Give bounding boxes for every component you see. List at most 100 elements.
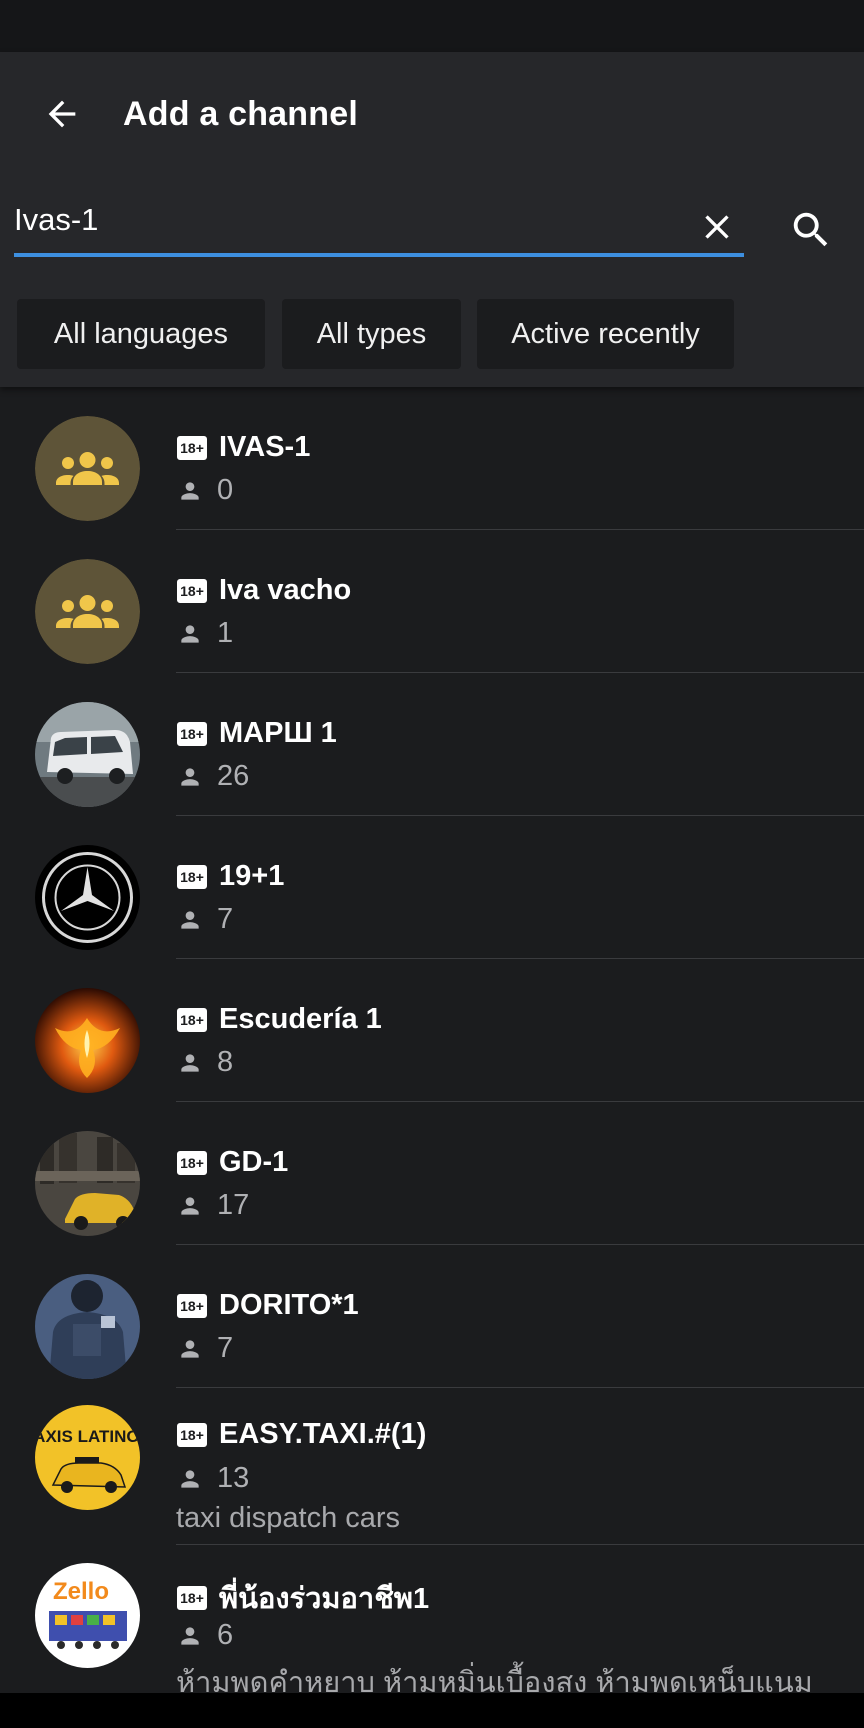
adult-badge: 18+	[177, 1586, 207, 1610]
channel-avatar	[35, 845, 140, 950]
channel-name: 18+ Iva vacho	[177, 574, 351, 607]
person-icon	[181, 1469, 199, 1488]
app-header: Add a channel All languages All types Ac…	[0, 52, 864, 387]
channel-name: 18+ พี่น้องร่วมอาชีพ1	[177, 1575, 429, 1621]
mercedes-benz-logo	[35, 845, 140, 950]
person-icon	[181, 481, 199, 500]
member-count: 26	[177, 760, 249, 793]
channel-row[interactable]: 18+ МАРШ 1 26	[0, 673, 864, 816]
phoenix-fire-image	[35, 988, 140, 1093]
person-icon	[181, 910, 199, 929]
person-icon	[181, 1196, 199, 1215]
channel-avatar	[35, 702, 140, 807]
channel-name-text: EASY.TAXI.#(1)	[219, 1418, 427, 1450]
city-taxi-image	[35, 1131, 140, 1236]
member-count-value: 7	[217, 1332, 234, 1364]
adult-badge: 18+	[177, 1422, 207, 1447]
channel-name: 18+ Escudería 1	[177, 1003, 382, 1036]
person-icon	[181, 1053, 199, 1072]
adult-badge: 18+	[177, 1293, 207, 1318]
person-icon	[181, 1626, 199, 1645]
search-button[interactable]	[783, 202, 839, 258]
search-icon	[793, 212, 828, 247]
channel-name-text: DORITO*1	[219, 1289, 359, 1321]
close-icon	[705, 215, 729, 239]
navigation-bar	[0, 1693, 864, 1728]
zello-logo: Zello	[35, 1563, 140, 1668]
channel-name: 18+ МАРШ 1	[177, 717, 337, 750]
channel-row[interactable]: Zello 18+ พี่น้องร่วมอาชีพ1 6 ห้ามพดคำหย…	[0, 1545, 864, 1702]
member-count: 17	[177, 1189, 249, 1222]
member-count-value: 1	[217, 617, 234, 649]
channel-avatar	[35, 1274, 140, 1379]
member-count-value: 0	[217, 474, 234, 506]
filter-languages[interactable]: All languages	[17, 299, 265, 369]
minibus-photo	[35, 702, 140, 807]
channel-name: 18+ EASY.TAXI.#(1)	[177, 1418, 426, 1451]
search-underline	[14, 253, 744, 257]
channel-row[interactable]: 18+ 19+1 7	[0, 816, 864, 959]
channel-name-text: 19+1	[219, 860, 285, 892]
page-title: Add a channel	[123, 95, 358, 133]
channel-avatar	[35, 1131, 140, 1236]
person-icon	[181, 1339, 199, 1358]
member-count: 13	[177, 1462, 249, 1495]
channel-row[interactable]: 18+ Iva vacho 1	[0, 530, 864, 673]
channel-name-text: Iva vacho	[219, 574, 352, 606]
status-bar	[0, 0, 864, 52]
member-count: 7	[177, 1332, 233, 1365]
channel-avatar: TAXIS LATINOS	[35, 1405, 140, 1510]
member-count-value: 17	[217, 1189, 250, 1221]
adult-badge: 18+	[177, 1150, 207, 1175]
svg-text:TAXIS LATINOS: TAXIS LATINOS	[35, 1427, 140, 1446]
channel-row[interactable]: 18+ GD-1 17	[0, 1102, 864, 1245]
adult-badge: 18+	[177, 721, 207, 746]
channel-name: 18+ IVAS-1	[177, 431, 310, 464]
channel-name-text: Escudería 1	[219, 1003, 382, 1035]
channel-avatar	[35, 559, 140, 664]
channel-row[interactable]: 18+ Escudería 1 8	[0, 959, 864, 1102]
channel-row[interactable]: TAXIS LATINOS 18+ EASY.TAXI.#(1) 13 taxi…	[0, 1388, 864, 1545]
channel-row[interactable]: 18+ DORITO*1 7	[0, 1245, 864, 1388]
adult-badge: 18+	[177, 435, 207, 460]
adult-badge: 18+	[177, 864, 207, 889]
taxis-latinos-logo: TAXIS LATINOS	[35, 1405, 140, 1510]
soldier-photo	[35, 1274, 140, 1379]
member-count: 0	[177, 474, 233, 507]
channel-name-text: GD-1	[219, 1146, 289, 1178]
member-count-value: 6	[217, 1619, 234, 1651]
clear-search-button[interactable]	[692, 202, 742, 252]
search-input[interactable]	[14, 198, 714, 242]
filter-types[interactable]: All types	[282, 299, 461, 369]
group-icon	[35, 416, 140, 521]
member-count: 6	[177, 1619, 233, 1652]
member-count-value: 7	[217, 903, 234, 935]
channel-row[interactable]: 18+ IVAS-1 0	[0, 387, 864, 530]
group-icon	[35, 559, 140, 664]
member-count: 8	[177, 1046, 233, 1079]
member-count: 1	[177, 617, 233, 650]
person-icon	[181, 624, 199, 643]
person-icon	[181, 767, 199, 786]
back-button[interactable]	[36, 88, 88, 140]
svg-text:Zello: Zello	[53, 1578, 109, 1605]
member-count: 7	[177, 903, 233, 936]
member-count-value: 8	[217, 1046, 234, 1078]
adult-badge: 18+	[177, 1007, 207, 1032]
channel-name: 18+ DORITO*1	[177, 1289, 359, 1322]
filter-activity[interactable]: Active recently	[477, 299, 734, 369]
member-count-value: 13	[217, 1462, 250, 1494]
channel-list: 18+ IVAS-1 0 18+ Iva vacho 1 18+ МАРШ 1 …	[0, 387, 864, 1702]
channel-name-text: МАРШ 1	[219, 717, 337, 749]
channel-avatar	[35, 416, 140, 521]
adult-badge: 18+	[177, 578, 207, 603]
channel-name: 18+ GD-1	[177, 1146, 288, 1179]
channel-name: 18+ 19+1	[177, 860, 284, 893]
channel-avatar	[35, 988, 140, 1093]
channel-description: taxi dispatch cars	[176, 1502, 401, 1534]
channel-name-text: พี่น้องร่วมอาชีพ1	[219, 1583, 430, 1615]
channel-name-text: IVAS-1	[219, 431, 311, 463]
arrow-back-icon	[48, 100, 76, 128]
channel-avatar: Zello	[35, 1563, 140, 1668]
member-count-value: 26	[217, 760, 250, 792]
